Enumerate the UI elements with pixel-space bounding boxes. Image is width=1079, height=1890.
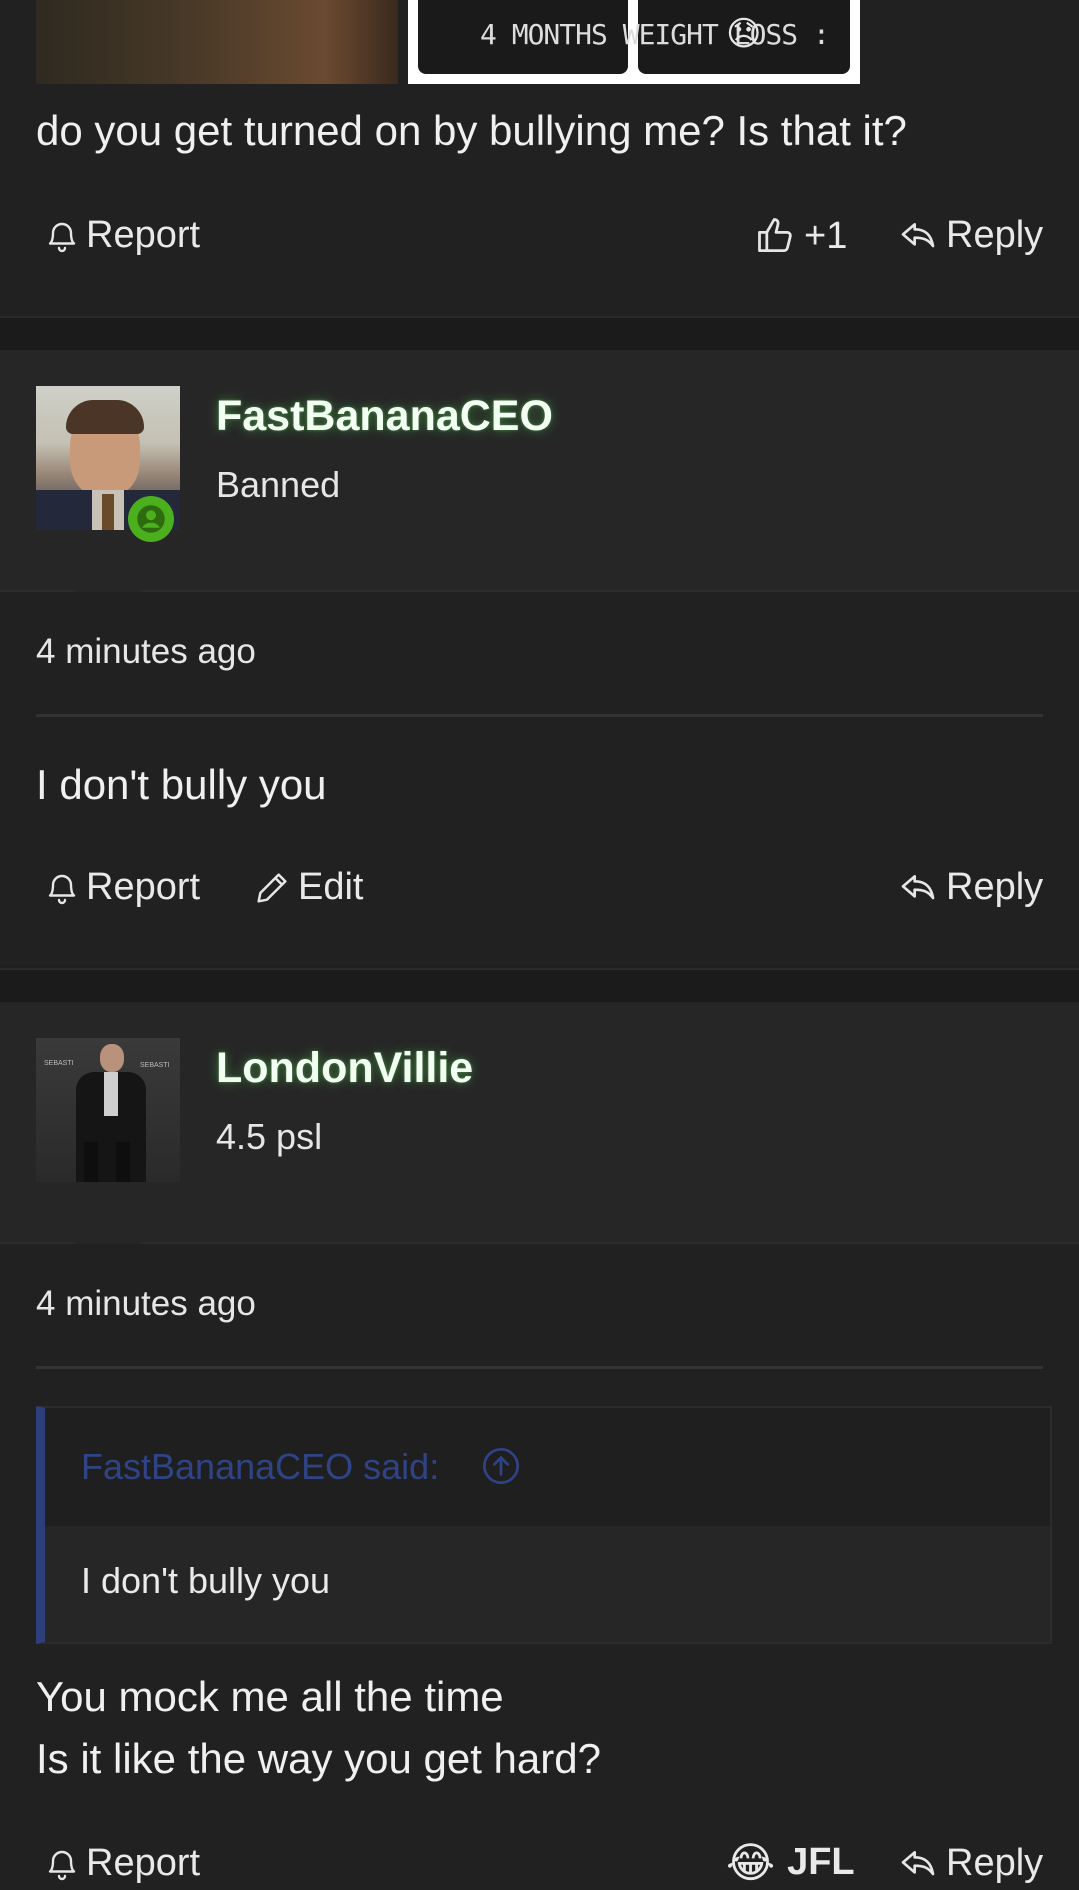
post-message-line-1: You mock me all the time [36,1673,504,1720]
edit-button[interactable]: Edit [252,866,363,909]
reply-icon [901,874,935,899]
username[interactable]: FastBananaCEO [216,392,553,441]
quote-block: FastBananaCEO said: I don't bully you [36,1406,1052,1644]
header-pointer [74,1214,142,1244]
post-message: I don't bully you [36,761,327,808]
reply-label: Reply [946,866,1044,908]
reaction-label: JFL [787,1841,855,1883]
user-title: Banned [216,464,341,505]
sad-face-emoji: 😞 [726,15,762,53]
header-pointer [74,562,142,592]
user-title: 4.5 psl [216,1116,323,1157]
report-label: Report [86,866,201,908]
post-time[interactable]: 4 minutes ago [36,1284,256,1324]
attachment-image-left[interactable] [36,0,398,84]
image-caption: 4 MONTHS WEIGHT LOSS : [480,18,830,51]
reply-label: Reply [946,1842,1044,1884]
pencil-icon [257,872,287,903]
report-button[interactable]: Report [44,1842,200,1885]
reply-button[interactable]: Reply [896,866,1043,909]
online-status-icon [128,496,174,542]
reply-button[interactable]: Reply [896,214,1043,257]
avatar[interactable]: SEBASTI SEBASTI [36,1038,180,1182]
reply-icon [901,222,935,247]
report-label: Report [86,214,201,256]
reply-button[interactable]: Reply [896,1842,1043,1885]
divider [36,1366,1043,1369]
report-button[interactable]: Report [44,866,200,909]
quote-header[interactable]: FastBananaCEO said: [45,1408,1050,1526]
bell-icon [48,1850,76,1880]
reply-label: Reply [946,214,1044,256]
post-separator [0,316,1079,352]
post-separator [0,968,1079,1004]
like-button[interactable]: +1 [754,214,847,258]
thumbs-up-icon [758,218,792,253]
bell-icon [48,874,76,904]
report-button[interactable]: Report [44,214,200,257]
divider [36,714,1043,717]
attachment-image-right[interactable]: 4 MONTHS WEIGHT LOSS : 😞 [408,0,860,84]
crying-laughing-emoji: 😂 [726,1839,776,1886]
reply-icon [901,1850,935,1875]
like-count: +1 [804,214,848,257]
arrow-up-circle-icon[interactable] [481,1446,521,1486]
post-previous: 4 MONTHS WEIGHT LOSS : 😞 do you get turn… [0,0,1079,316]
post-message: do you get turned on by bullying me? Is … [36,107,907,154]
quote-author: FastBananaCEO said: [81,1446,440,1487]
edit-label: Edit [298,866,364,908]
bell-icon [48,222,76,252]
report-label: Report [86,1842,201,1884]
post-message-line-2: Is it like the way you get hard? [36,1735,601,1782]
post-time[interactable]: 4 minutes ago [36,632,256,672]
reaction-summary[interactable]: 😂 JFL [726,1838,855,1887]
quote-text: I don't bully you [81,1560,331,1601]
username[interactable]: LondonVillie [216,1044,473,1093]
